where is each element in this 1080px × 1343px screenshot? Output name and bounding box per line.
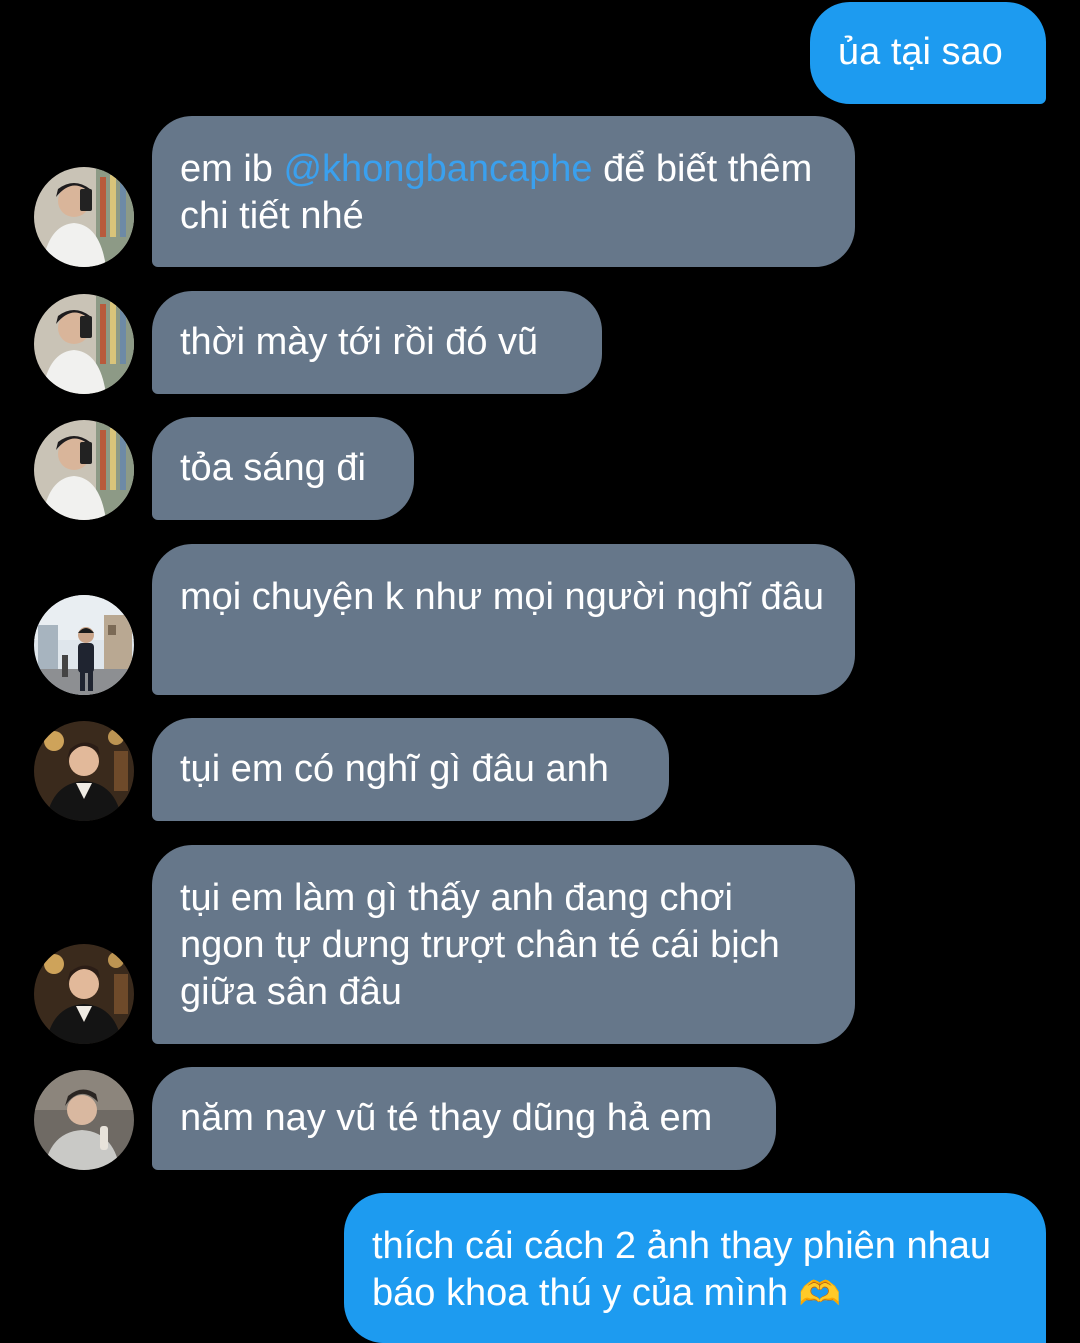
heart-hands-emoji-icon: 🫶 [798, 1275, 842, 1313]
message-text: tụi em làm gì thấy anh đang chơi ngon tự… [180, 877, 780, 1013]
message-text: mọi chuyện k như mọi người nghĩ đâu [180, 576, 825, 618]
outgoing-message-bubble[interactable]: ủa tại sao [810, 2, 1046, 104]
incoming-message-bubble[interactable]: tụi em có nghĩ gì đâu anh [152, 718, 669, 821]
incoming-message-bubble[interactable]: mọi chuyện k như mọi người nghĩ đâu [152, 544, 855, 695]
incoming-message-bubble[interactable]: thời mày tới rồi đó vũ [152, 291, 602, 394]
mention-link[interactable]: @khongbancaphe [283, 148, 592, 190]
message-text: năm nay vũ té thay dũng hả em [180, 1097, 713, 1139]
avatar-gray-portrait-icon[interactable] [34, 1070, 134, 1170]
incoming-message-bubble[interactable]: tụi em làm gì thấy anh đang chơi ngon tự… [152, 845, 855, 1044]
chat-thread: ủa tại sao em ib @khongbancaphe để biết … [0, 0, 1080, 1343]
message-text: thời mày tới rồi đó vũ [180, 321, 539, 363]
avatar-mirror-selfie-icon[interactable] [34, 167, 134, 267]
avatar-mirror-selfie-icon[interactable] [34, 420, 134, 520]
avatar-mirror-selfie-icon[interactable] [34, 294, 134, 394]
message-text: thích cái cách 2 ảnh thay phiên nhau báo… [372, 1225, 992, 1314]
outgoing-message-bubble[interactable]: thích cái cách 2 ảnh thay phiên nhau báo… [344, 1193, 1046, 1343]
message-text: ủa tại sao [838, 31, 1003, 73]
avatar-street-photo-icon[interactable] [34, 595, 134, 695]
avatar-warm-portrait-icon[interactable] [34, 721, 134, 821]
incoming-message-bubble[interactable]: tỏa sáng đi [152, 417, 414, 520]
avatar-warm-portrait-icon[interactable] [34, 944, 134, 1044]
message-text: em ib [180, 148, 284, 190]
message-text: tụi em có nghĩ gì đâu anh [180, 748, 609, 790]
incoming-message-bubble[interactable]: em ib @khongbancaphe để biết thêm chi ti… [152, 116, 855, 267]
incoming-message-bubble[interactable]: năm nay vũ té thay dũng hả em [152, 1067, 776, 1170]
message-text: tỏa sáng đi [180, 447, 366, 489]
